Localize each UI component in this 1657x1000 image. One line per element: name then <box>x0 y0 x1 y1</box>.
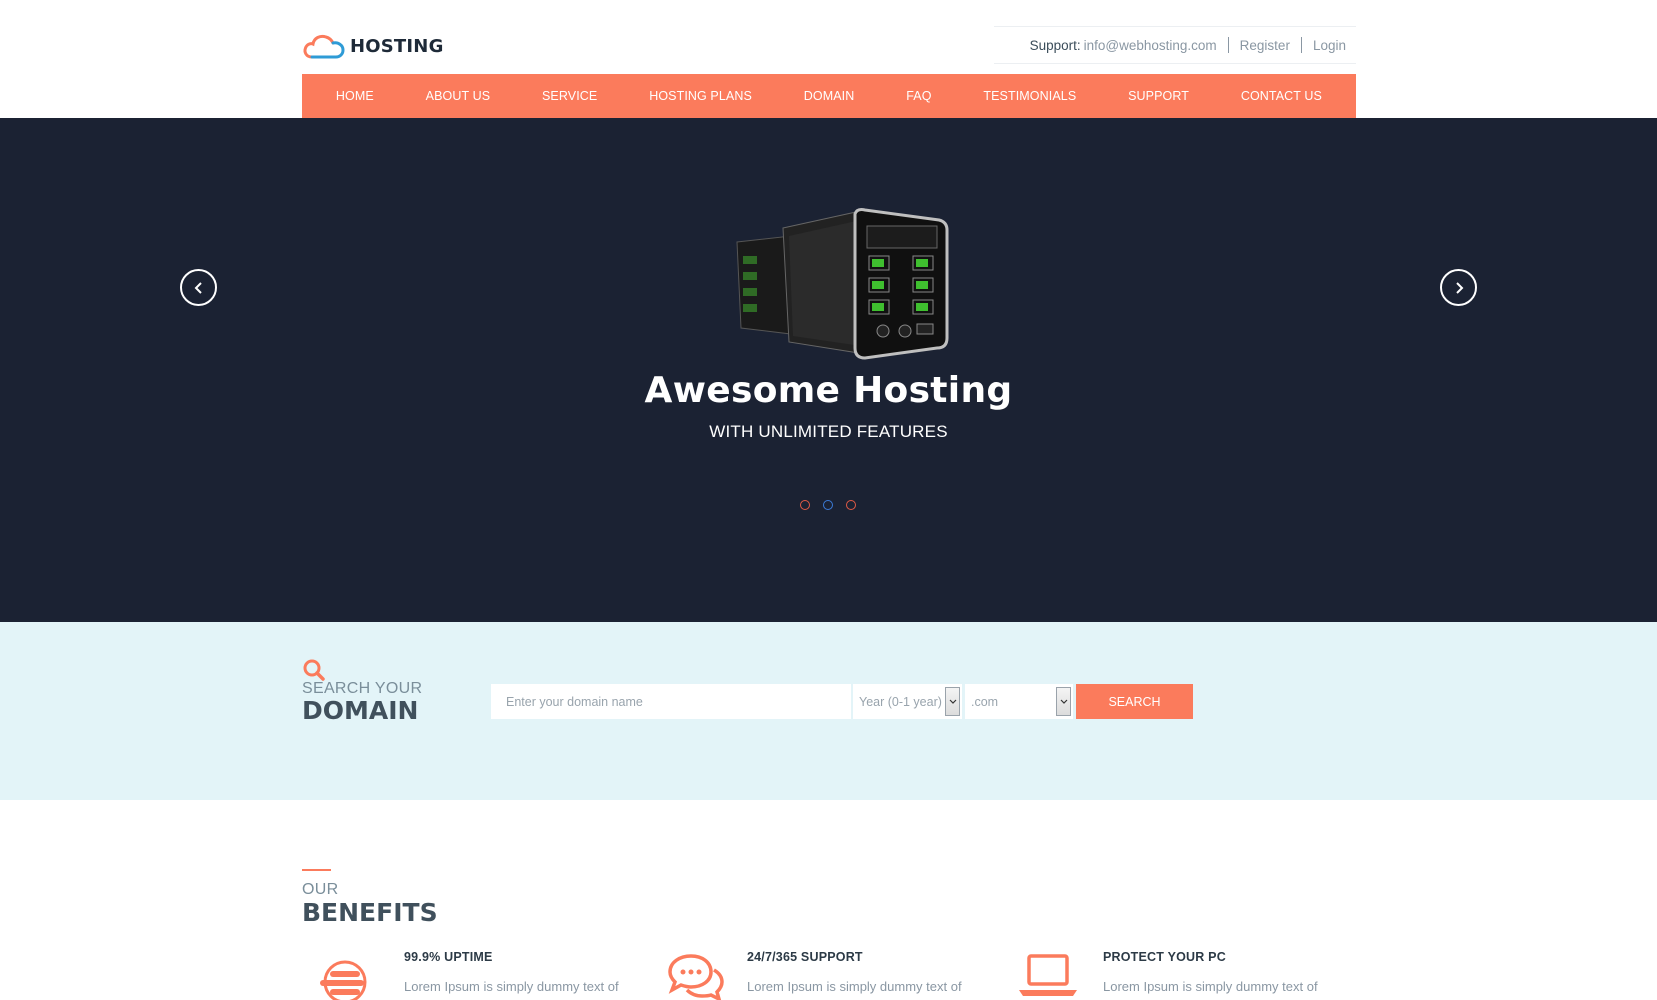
next-slide-button[interactable] <box>1440 269 1477 306</box>
tld-select-value: .com <box>971 694 999 709</box>
logo-text: HOSTING <box>350 35 444 57</box>
benefit-title: 24/7/365 SUPPORT <box>747 950 863 964</box>
nav-item-domain[interactable]: DOMAIN <box>804 89 855 103</box>
chevron-left-icon <box>194 281 202 294</box>
benefits-heading: OUR BENEFITS <box>302 881 438 927</box>
section-accent-line <box>302 869 331 871</box>
slide-dot-1[interactable] <box>800 500 810 510</box>
domain-search-section: SEARCH YOUR DOMAIN Year (0-1 year) .com … <box>0 622 1657 800</box>
nav-item-testimonials[interactable]: TESTIMONIALS <box>983 89 1076 103</box>
tld-select[interactable]: .com <box>965 684 1073 719</box>
year-select-value: Year (0-1 year) <box>859 694 942 709</box>
main-nav: HOME ABOUT US SERVICE HOSTING PLANS DOMA… <box>302 74 1356 118</box>
nav-item-service[interactable]: SERVICE <box>542 89 597 103</box>
hero-subtitle: WITH UNLIMITED FEATURES <box>709 422 948 441</box>
laptop-icon <box>1019 954 1077 996</box>
benefit-text: Lorem Ipsum is simply dummy text of <box>404 979 619 994</box>
benefit-title: PROTECT YOUR PC <box>1103 950 1226 964</box>
slide-dot-3[interactable] <box>846 500 856 510</box>
slide-dot-2[interactable] <box>823 500 833 510</box>
chat-icon <box>668 954 724 1000</box>
nav-item-home[interactable]: HOME <box>336 89 374 103</box>
site-header: HOSTING Support: info@webhosting.com Reg… <box>0 0 1657 118</box>
hero-slider: Awesome Hosting WITH UNLIMITED FEATURES <box>0 118 1657 622</box>
benefit-text: Lorem Ipsum is simply dummy text of the <box>1103 979 1318 1000</box>
slider-dots <box>800 500 856 510</box>
benefits-big-title: BENEFITS <box>302 898 438 927</box>
year-select[interactable]: Year (0-1 year) <box>853 684 962 719</box>
nav-item-support[interactable]: SUPPORT <box>1128 89 1189 103</box>
benefit-title: 99.9% UPTIME <box>404 950 493 964</box>
domain-name-input[interactable] <box>491 684 851 719</box>
top-links-bar: Support: info@webhosting.com Register Lo… <box>994 26 1356 64</box>
domain-search-button[interactable]: SEARCH <box>1076 684 1193 719</box>
chevron-down-icon <box>945 687 960 716</box>
divider <box>1227 37 1229 53</box>
prev-slide-button[interactable] <box>180 269 217 306</box>
support-email-link[interactable]: info@webhosting.com <box>1084 38 1217 53</box>
nav-item-hosting-plans[interactable]: HOSTING PLANS <box>649 89 752 103</box>
benefits-small-title: OUR <box>302 881 339 898</box>
benefit-text: Lorem Ipsum is simply dummy text of the <box>747 979 962 1000</box>
chevron-right-icon <box>1455 281 1463 294</box>
hero-title: Awesome Hosting <box>644 370 1013 411</box>
uptime-icon <box>320 960 367 1000</box>
cloud-logo-icon <box>303 34 345 59</box>
login-link[interactable]: Login <box>1313 38 1346 53</box>
register-link[interactable]: Register <box>1240 38 1290 53</box>
domain-search-heading: SEARCH YOUR DOMAIN <box>302 658 422 725</box>
nav-item-faq[interactable]: FAQ <box>906 89 931 103</box>
server-rack-image <box>736 208 949 360</box>
support-label: Support: <box>1029 37 1081 53</box>
logo[interactable]: HOSTING <box>302 30 444 62</box>
search-icon <box>303 659 325 681</box>
domain-search-big-title: DOMAIN <box>302 696 419 725</box>
domain-search-small-title: SEARCH YOUR <box>302 680 423 697</box>
nav-item-about-us[interactable]: ABOUT US <box>426 89 490 103</box>
chevron-down-icon <box>1056 687 1071 716</box>
nav-item-contact-us[interactable]: CONTACT US <box>1241 89 1322 103</box>
divider <box>1300 37 1302 53</box>
